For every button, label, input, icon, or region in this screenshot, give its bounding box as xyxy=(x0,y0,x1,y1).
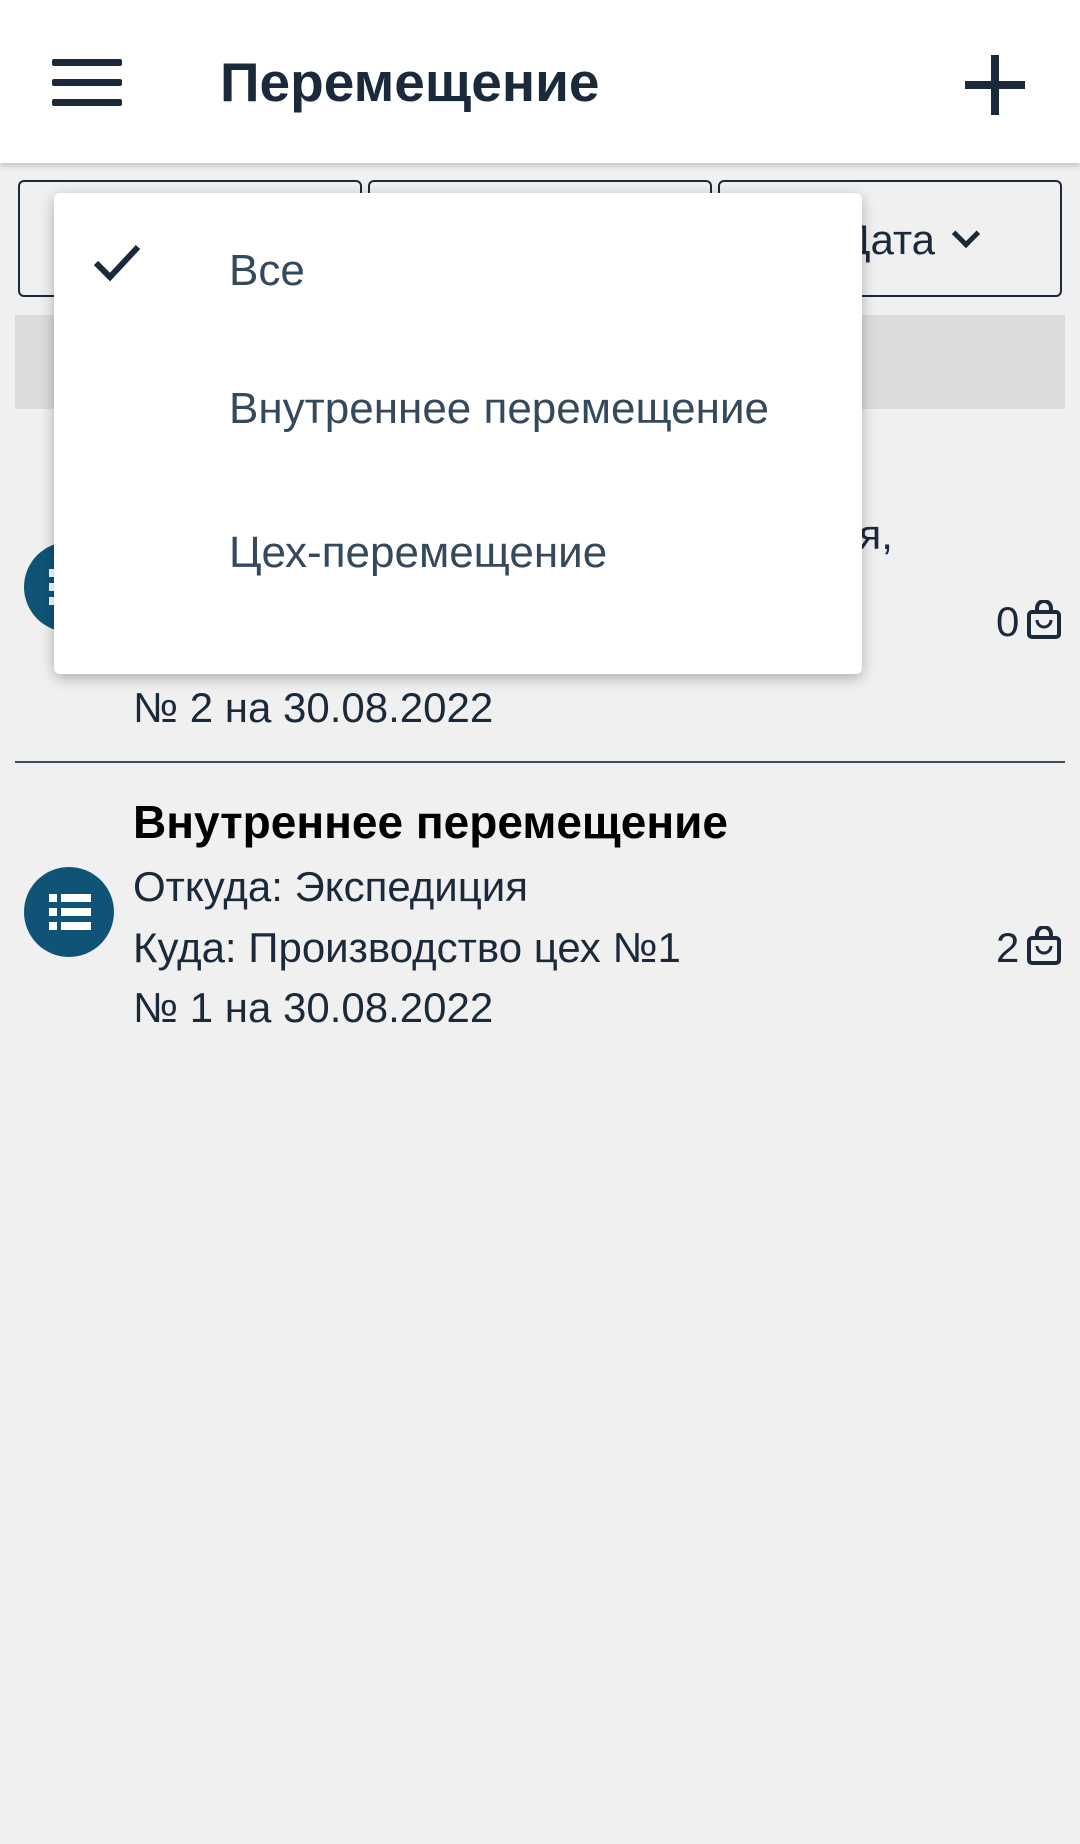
dropdown-option-all[interactable]: Все xyxy=(54,193,862,337)
dropdown-option-label: Внутреннее перемещение xyxy=(229,384,769,433)
shopping-bag-icon xyxy=(1027,926,1061,965)
type-dropdown-menu: Все Внутреннее перемещение Цех-перемещен… xyxy=(54,193,862,674)
document-number: № 1 на 30.08.2022 xyxy=(133,984,494,1031)
menu-button[interactable] xyxy=(40,44,134,120)
item-count: 0 xyxy=(996,598,1020,645)
dropdown-option-label: Цех-перемещение xyxy=(229,528,608,577)
document-number: № 2 на 30.08.2022 xyxy=(133,684,494,731)
dropdown-option-label: Все xyxy=(229,246,305,295)
document-title: Внутреннее перемещение xyxy=(133,796,728,848)
document-list-icon xyxy=(24,867,114,957)
divider xyxy=(15,761,1065,763)
dropdown-option-workshop[interactable]: Цех-перемещение xyxy=(54,481,862,625)
app-bar: Перемещение xyxy=(0,0,1080,163)
shopping-bag-icon xyxy=(1027,600,1061,639)
document-source: Откуда: Экспедиция xyxy=(133,863,529,910)
hamburger-menu-icon xyxy=(52,59,122,66)
page-title: Перемещение xyxy=(220,51,600,113)
checkmark-icon xyxy=(93,244,141,282)
item-count: 2 xyxy=(996,924,1020,971)
chevron-down-icon xyxy=(951,219,981,249)
add-button[interactable] xyxy=(960,50,1030,120)
document-destination: Куда: Производство цех №1 xyxy=(133,924,681,971)
dropdown-option-internal[interactable]: Внутреннее перемещение xyxy=(54,337,862,481)
list-item[interactable]: Внутреннее перемещение Откуда: Экспедици… xyxy=(0,790,1080,1040)
